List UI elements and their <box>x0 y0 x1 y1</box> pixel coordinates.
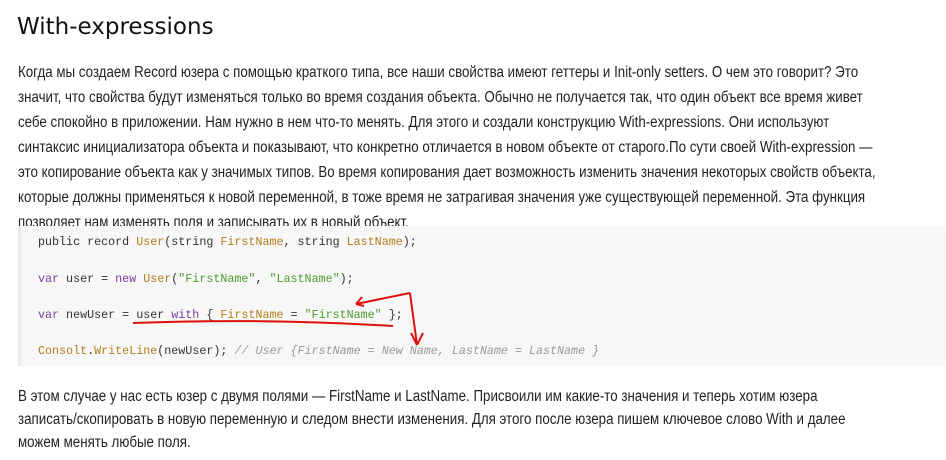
text-line: записать/скопировать в новую переменную … <box>18 411 846 428</box>
explanation-paragraph: В этом случае у нас есть юзер с двумя по… <box>18 385 846 454</box>
arrow-down-icon <box>409 292 424 346</box>
arrow-to-firstname-icon <box>355 292 411 307</box>
text-line: можем менять любые поля. <box>18 434 191 451</box>
text-line: В этом случае у нас есть юзер с двумя по… <box>18 388 818 405</box>
underline-stroke <box>132 320 394 327</box>
